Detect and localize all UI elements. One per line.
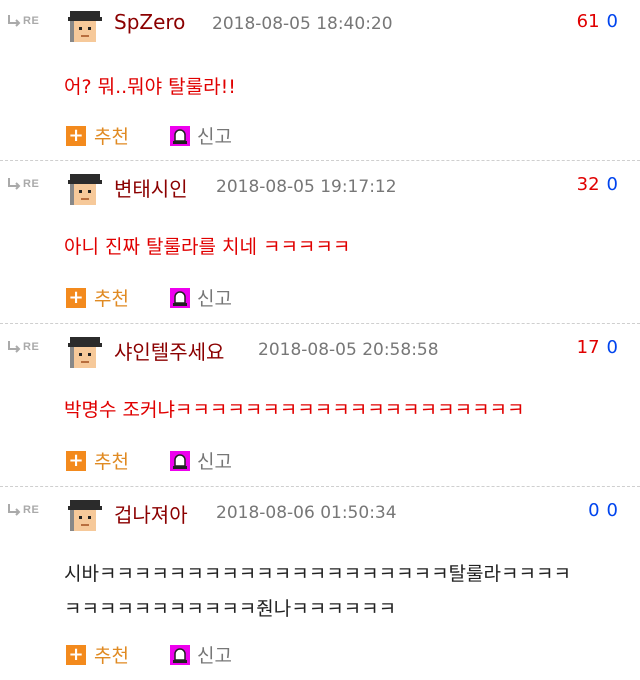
comment-divider — [0, 486, 640, 487]
avatar-icon — [66, 171, 104, 209]
siren-icon[interactable] — [170, 288, 190, 308]
siren-icon[interactable] — [170, 645, 190, 665]
upvote-count: 61 — [576, 11, 600, 32]
upvote-count: 0 — [588, 500, 600, 521]
avatar-icon — [66, 8, 104, 46]
plus-icon[interactable]: + — [66, 645, 86, 665]
avatar-icon — [66, 334, 104, 372]
comment-body: 시바ㅋㅋㅋㅋㅋㅋㅋㅋㅋㅋㅋㅋㅋㅋㅋㅋㅋㅋㅋㅋ탈룰라ㅋㅋㅋㅋ ㅋㅋㅋㅋㅋㅋㅋㅋㅋㅋ… — [64, 557, 571, 627]
reply-arrow-icon: RE — [6, 14, 46, 28]
recommend-button[interactable]: 추천 — [94, 284, 129, 311]
comment-body: 아니 진짜 탈룰라를 치네 ㅋㅋㅋㅋㅋ — [64, 230, 350, 265]
downvote-count: 0 — [606, 174, 618, 195]
reply-arrow-icon: RE — [6, 503, 46, 517]
vote-counts: 61 0 — [577, 11, 618, 32]
upvote-count: 17 — [576, 337, 600, 358]
siren-icon[interactable] — [170, 126, 190, 146]
comment-line: 박명수 조커냐ㅋㅋㅋㅋㅋㅋㅋㅋㅋㅋㅋㅋㅋㅋㅋㅋㅋㅋㅋㅋ — [64, 399, 525, 421]
comment-line: 어? 뭐..뭐야 탈룰라!! — [64, 76, 236, 98]
comment-divider — [0, 323, 640, 324]
downvote-count: 0 — [606, 337, 618, 358]
comment-item: RE 변태시인 2018-08-05 19:17:12 32 0 아니 진짜 탈룰… — [0, 163, 640, 323]
reply-arrow-icon: RE — [6, 340, 46, 354]
vote-counts: 32 0 — [577, 174, 618, 195]
recommend-button[interactable]: 추천 — [94, 447, 129, 474]
vote-counts: 00 — [588, 500, 618, 521]
plus-icon[interactable]: + — [66, 288, 86, 308]
upvote-count: 32 — [576, 174, 600, 195]
plus-icon[interactable]: + — [66, 126, 86, 146]
comment-author[interactable]: 변태시인 — [114, 173, 188, 202]
comment-item: RE SpZero 2018-08-05 18:40:20 61 0 어? 뭐..… — [0, 0, 640, 160]
report-button[interactable]: 신고 — [197, 641, 232, 668]
recommend-button[interactable]: 추천 — [94, 122, 129, 149]
comment-author[interactable]: 겁나져아 — [114, 499, 188, 528]
comment-line: 시바ㅋㅋㅋㅋㅋㅋㅋㅋㅋㅋㅋㅋㅋㅋㅋㅋㅋㅋㅋㅋ탈룰라ㅋㅋㅋㅋ — [64, 563, 571, 585]
downvote-count: 0 — [606, 11, 618, 32]
vote-counts: 17 0 — [577, 337, 618, 358]
report-button[interactable]: 신고 — [197, 447, 232, 474]
comment-author[interactable]: 샤인텔주세요 — [114, 336, 224, 365]
comment-timestamp: 2018-08-06 01:50:34 — [216, 503, 397, 523]
reply-mark-label: RE — [23, 178, 40, 190]
comment-timestamp: 2018-08-05 20:58:58 — [258, 340, 439, 360]
comment-author[interactable]: SpZero — [114, 10, 185, 34]
comment-timestamp: 2018-08-05 18:40:20 — [212, 14, 393, 34]
reply-arrow-icon: RE — [6, 177, 46, 191]
comment-line: 아니 진짜 탈룰라를 치네 ㅋㅋㅋㅋㅋ — [64, 236, 351, 258]
recommend-button[interactable]: 추천 — [94, 641, 129, 668]
comment-item: RE 겁나져아 2018-08-06 01:50:34 00 시바ㅋㅋㅋㅋㅋㅋㅋ… — [0, 489, 640, 680]
reply-mark-label: RE — [23, 15, 40, 27]
comment-body: 어? 뭐..뭐야 탈룰라!! — [64, 70, 236, 105]
comment-line: ㅋㅋㅋㅋㅋㅋㅋㅋㅋㅋㅋ줜나ㅋㅋㅋㅋㅋㅋ — [64, 598, 397, 620]
siren-icon[interactable] — [170, 451, 190, 471]
plus-icon[interactable]: + — [66, 451, 86, 471]
comment-item: RE 샤인텔주세요 2018-08-05 20:58:58 17 0 박명수 조커… — [0, 326, 640, 486]
reply-mark-label: RE — [23, 341, 40, 353]
reply-mark-label: RE — [23, 504, 40, 516]
report-button[interactable]: 신고 — [197, 284, 232, 311]
comment-body: 박명수 조커냐ㅋㅋㅋㅋㅋㅋㅋㅋㅋㅋㅋㅋㅋㅋㅋㅋㅋㅋㅋㅋ — [64, 393, 525, 428]
downvote-count: 0 — [606, 500, 618, 521]
report-button[interactable]: 신고 — [197, 122, 232, 149]
comment-divider — [0, 160, 640, 161]
avatar-icon — [66, 497, 104, 535]
comment-timestamp: 2018-08-05 19:17:12 — [216, 177, 397, 197]
